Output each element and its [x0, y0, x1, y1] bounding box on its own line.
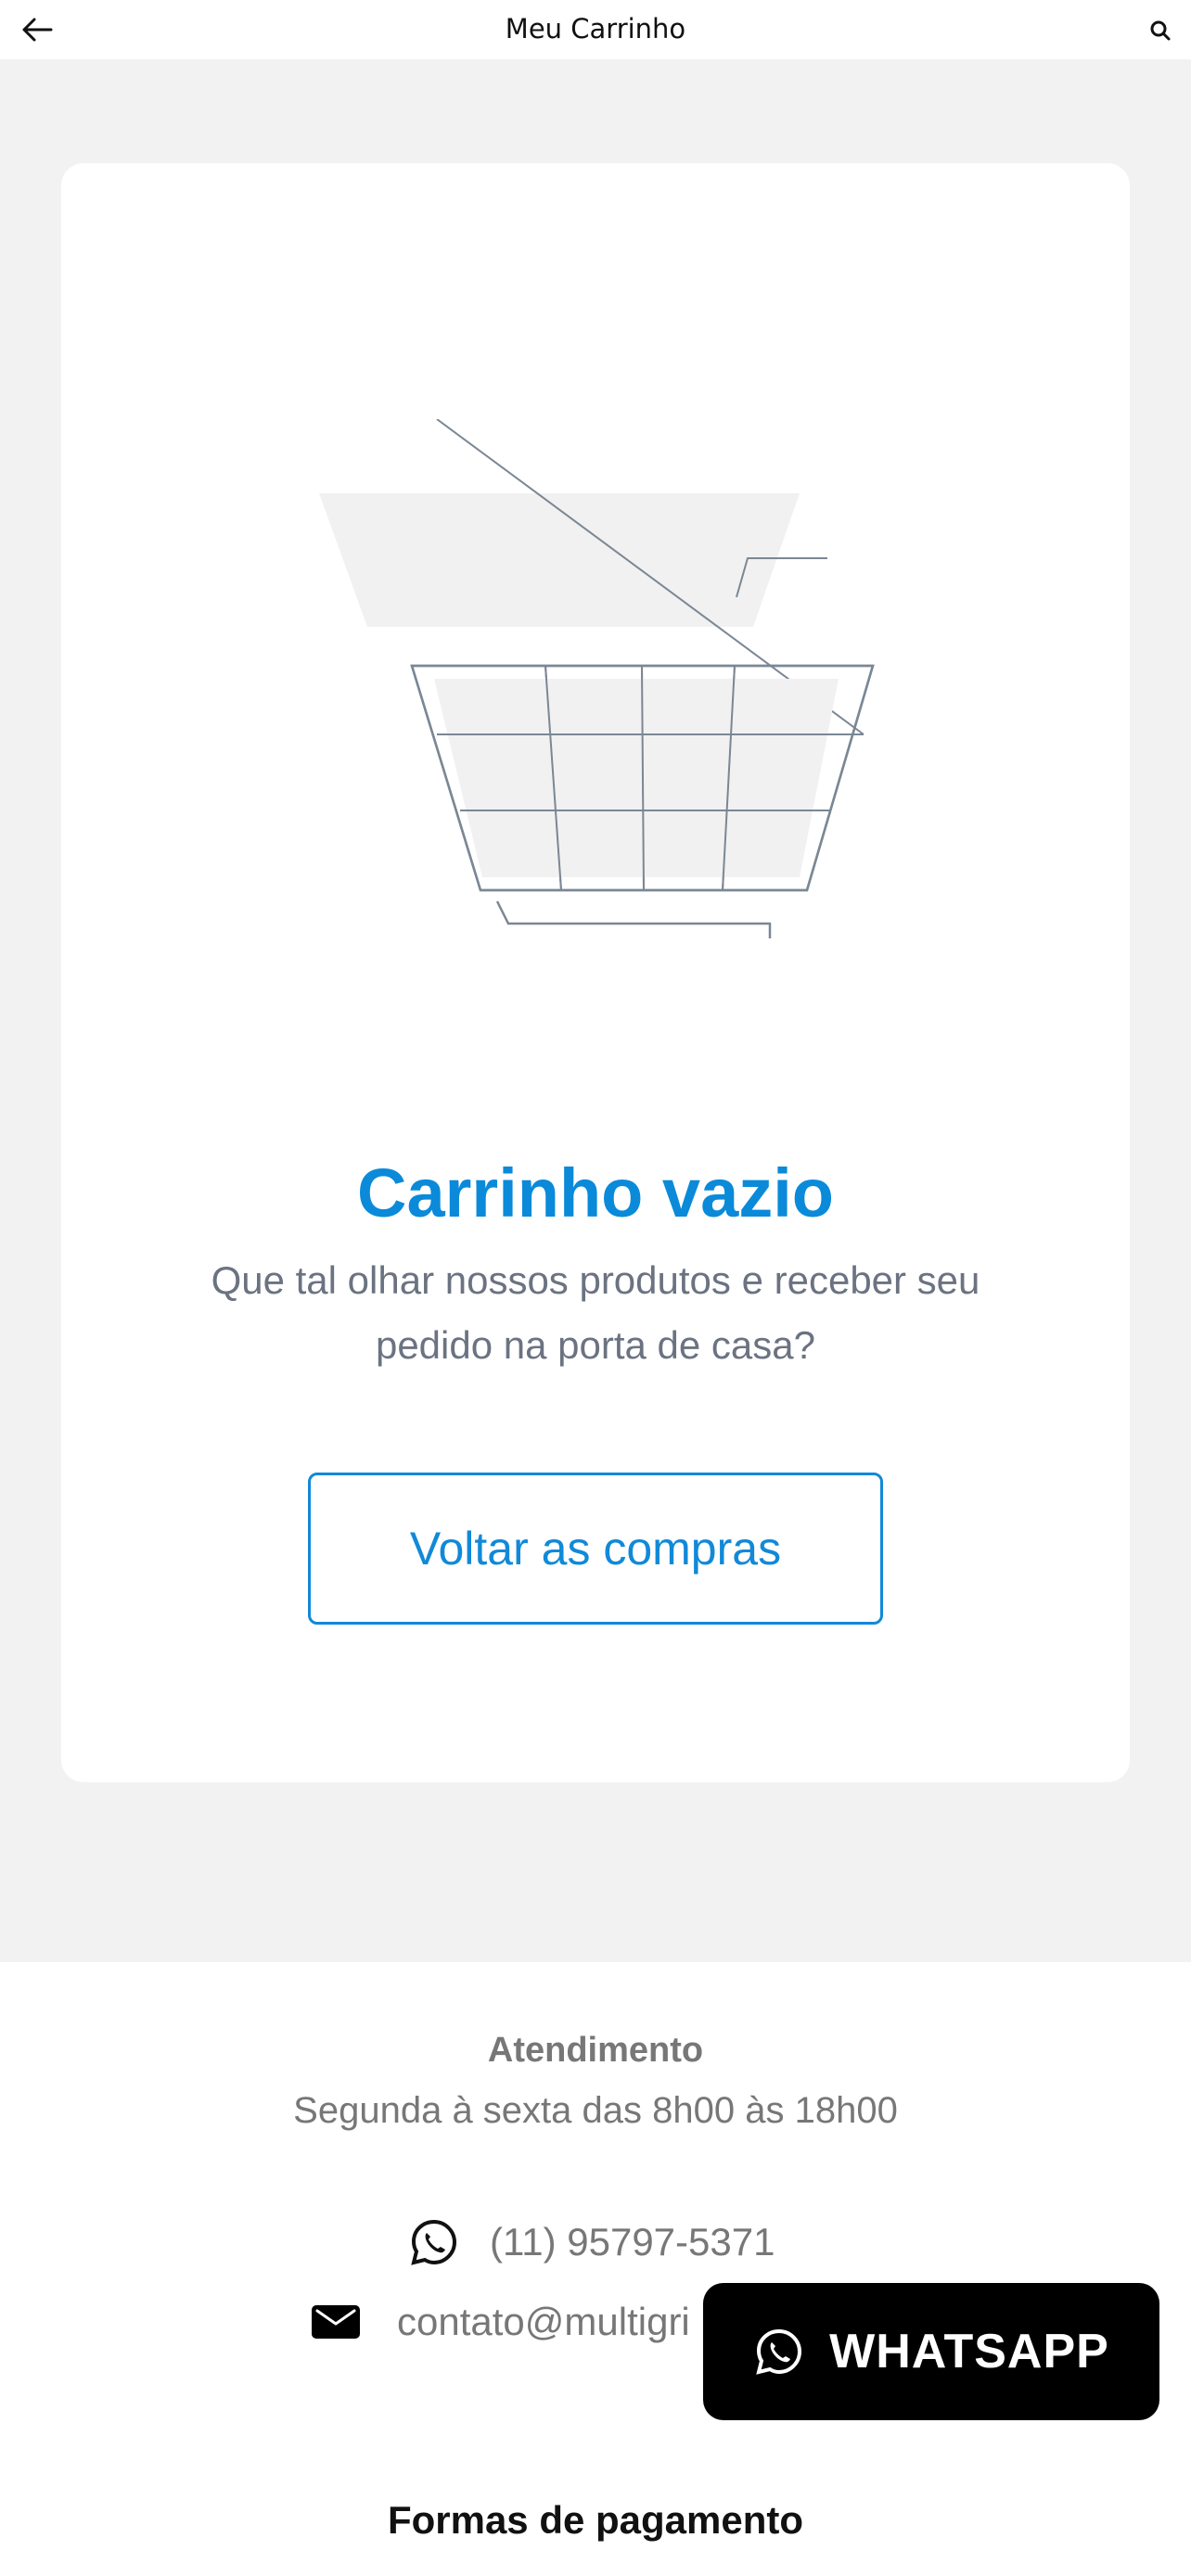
whatsapp-label: WHATSAPP	[829, 2325, 1109, 2378]
whatsapp-floating-button[interactable]: WHATSAPP	[703, 2283, 1159, 2420]
empty-cart-illustration	[319, 419, 875, 938]
whatsapp-icon	[756, 2328, 802, 2375]
back-to-shopping-button[interactable]: Voltar as compras	[308, 1473, 883, 1625]
search-icon	[1150, 20, 1171, 41]
phone-link[interactable]: (11) 95797-5371	[408, 2214, 775, 2270]
empty-cart-subtitle: Que tal olhar nossos produtos e receber …	[211, 1258, 980, 1367]
empty-cart-card: Carrinho vazio Que tal olhar nossos prod…	[61, 163, 1130, 1782]
email-link[interactable]: contato@multigri	[310, 2294, 690, 2350]
payment-methods-title: Formas de pagamento	[387, 2498, 804, 2542]
whatsapp-icon	[411, 2219, 457, 2265]
top-bar: Meu Carrinho	[0, 0, 1191, 59]
footer: Atendimento Segunda à sexta das 8h00 às …	[0, 1962, 1191, 2576]
attendance-hours: Segunda à sexta das 8h00 às 18h00	[293, 2090, 898, 2131]
page-title: Meu Carrinho	[505, 13, 686, 45]
search-button[interactable]	[1145, 15, 1176, 46]
email-address: contato@multigri	[397, 2300, 690, 2343]
mail-icon	[312, 2305, 360, 2339]
empty-cart-title: Carrinho vazio	[357, 1154, 834, 1231]
phone-number: (11) 95797-5371	[490, 2220, 775, 2264]
attendance-title: Atendimento	[487, 2031, 704, 2070]
